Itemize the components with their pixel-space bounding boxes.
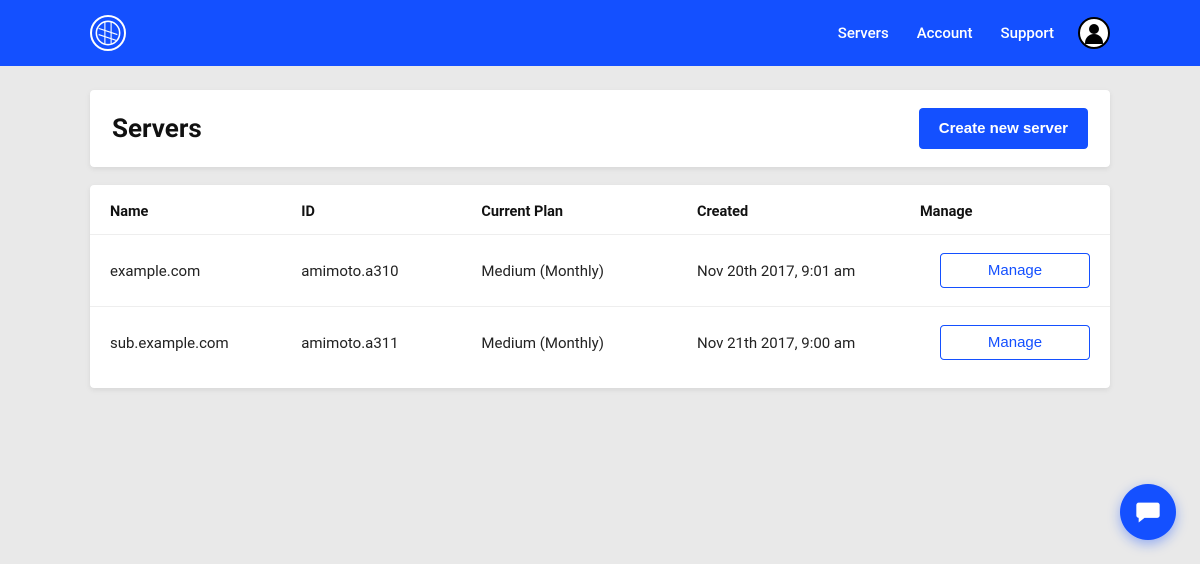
servers-table-card: Name ID Current Plan Created Manage exam… [90, 185, 1110, 388]
cell-plan: Medium (Monthly) [461, 235, 677, 307]
page-body: Servers Create new server Name ID Curren… [0, 66, 1200, 430]
col-header-plan: Current Plan [461, 185, 677, 235]
table-row: example.com amimoto.a310 Medium (Monthly… [90, 235, 1110, 307]
cell-created: Nov 21th 2017, 9:00 am [677, 307, 920, 389]
cell-manage: Manage [920, 307, 1110, 389]
nav-link-support[interactable]: Support [1001, 24, 1054, 42]
nav-link-servers[interactable]: Servers [838, 24, 889, 42]
nav-link-account[interactable]: Account [917, 24, 973, 42]
chat-bubble[interactable] [1120, 484, 1176, 540]
create-server-button[interactable]: Create new server [919, 108, 1088, 149]
cell-id: amimoto.a310 [281, 235, 461, 307]
logo-icon[interactable] [90, 15, 126, 51]
cell-id: amimoto.a311 [281, 307, 461, 389]
logo-svg [94, 19, 122, 47]
manage-button[interactable]: Manage [940, 253, 1090, 288]
manage-button[interactable]: Manage [940, 325, 1090, 360]
cell-manage: Manage [920, 235, 1110, 307]
col-header-manage: Manage [920, 185, 1110, 235]
col-header-id: ID [281, 185, 461, 235]
table-header-row: Name ID Current Plan Created Manage [90, 185, 1110, 235]
cell-created: Nov 20th 2017, 9:01 am [677, 235, 920, 307]
cell-plan: Medium (Monthly) [461, 307, 677, 389]
cell-name: sub.example.com [90, 307, 281, 389]
col-header-created: Created [677, 185, 920, 235]
col-header-name: Name [90, 185, 281, 235]
chat-icon [1134, 498, 1162, 526]
table-row: sub.example.com amimoto.a311 Medium (Mon… [90, 307, 1110, 389]
cell-name: example.com [90, 235, 281, 307]
header-card: Servers Create new server [90, 90, 1110, 167]
page-title: Servers [112, 114, 202, 144]
avatar[interactable] [1078, 17, 1110, 49]
servers-table: Name ID Current Plan Created Manage exam… [90, 185, 1110, 388]
navbar: Servers Account Support [0, 0, 1200, 66]
